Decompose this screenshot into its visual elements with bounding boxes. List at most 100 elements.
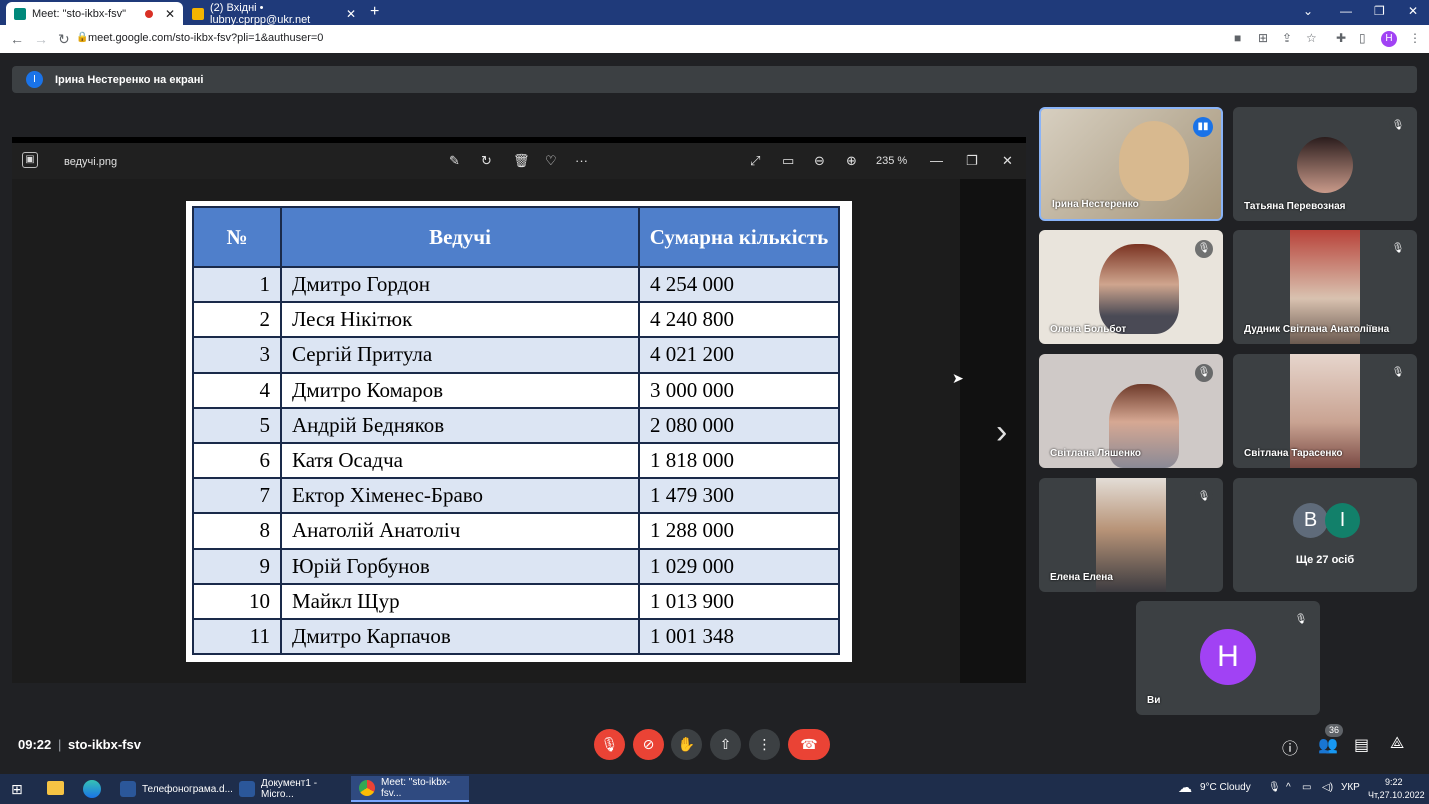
extensions-icon[interactable]: ✚ <box>1336 31 1346 45</box>
profile-avatar[interactable]: H <box>1381 31 1397 47</box>
total-count: 1 013 900 <box>638 582 840 620</box>
end-call-button[interactable]: ☎ <box>788 729 830 760</box>
reload-icon[interactable]: ↻ <box>58 31 70 48</box>
chrome-icon <box>359 780 375 796</box>
table-row: 2 Леся Нікітюк 4 240 800 <box>192 301 840 339</box>
table-row: 4 Дмитро Комаров 3 000 000 <box>192 371 840 409</box>
people-icon[interactable]: 👥 <box>1318 735 1338 755</box>
participant-avatar <box>1297 137 1353 193</box>
camera-toggle-button[interactable]: ⊘ <box>633 729 664 760</box>
self-tile[interactable]: Н 🎙 Ви <box>1136 601 1320 715</box>
clock-time[interactable]: 9:22 <box>1385 777 1403 787</box>
participant-tile[interactable]: 🎙 Олена Больбот <box>1039 230 1223 344</box>
volume-icon[interactable]: ◁) <box>1322 782 1333 793</box>
row-number: 11 <box>192 617 282 656</box>
participant-tile[interactable]: 🎙 Дудник Світлана Анатоліївна <box>1233 230 1417 344</box>
network-icon[interactable]: ▭ <box>1302 782 1311 793</box>
word-icon <box>239 781 255 797</box>
fit-icon: ▭ <box>782 153 795 168</box>
forward-icon[interactable]: → <box>34 31 48 47</box>
total-count: 1 029 000 <box>638 547 840 585</box>
participant-tile[interactable]: 🎙 Світлана Ляшенко <box>1039 354 1223 468</box>
mic-off-icon: 🎙 <box>1389 240 1407 258</box>
presenter-avatar: І <box>26 71 43 88</box>
total-count: 4 240 800 <box>638 301 840 339</box>
taskbar-item[interactable]: Телефонограма.d... <box>112 776 233 802</box>
total-count: 4 254 000 <box>638 265 840 304</box>
minimize-icon[interactable]: — <box>1340 4 1352 18</box>
edit-icon: ✎ <box>449 153 460 168</box>
mic-off-icon: 🎙 <box>1195 240 1213 258</box>
weather-text[interactable]: 9°C Cloudy <box>1200 782 1251 793</box>
camera-icon[interactable]: ■ <box>1234 31 1241 45</box>
header-number: № <box>192 206 282 268</box>
clock-date[interactable]: Чт,27.10.2022 <box>1368 790 1425 800</box>
activities-icon[interactable]: ⟁ <box>1390 735 1404 753</box>
windows-start-icon[interactable]: ⊞ <box>11 781 23 798</box>
more-participants-label: Ще 27 осіб <box>1295 554 1355 566</box>
tab-meet[interactable]: Meet: "sto-ikbx-fsv" ✕ <box>6 2 183 25</box>
lock-icon[interactable]: 🔒 <box>76 32 88 43</box>
bookmark-star-icon[interactable]: ☆ <box>1306 31 1317 45</box>
new-tab-icon[interactable]: + <box>370 3 379 21</box>
host-name: Майкл Щур <box>280 582 640 620</box>
tab-mail[interactable]: (2) Вхідні • lubny.cprpp@ukr.net ✕ <box>184 1 364 26</box>
participant-tile-overflow[interactable]: В І Ще 27 осіб <box>1233 478 1417 592</box>
restore-icon[interactable]: ❐ <box>1374 4 1385 18</box>
present-button[interactable]: ⇧ <box>710 729 741 760</box>
menu-icon[interactable]: ⋮ <box>1409 31 1421 45</box>
side-panel-icon[interactable]: ▯ <box>1359 31 1366 45</box>
shared-screen: ▣ ведучі.png ✎ ↻ 🗑 ♡ ··· ⤢ ▭ ⊖ ⊕ 235 % —… <box>12 137 1026 683</box>
close-tab-icon[interactable]: ✕ <box>165 7 175 21</box>
participant-tile[interactable]: 🎙 Татьяна Перевозная <box>1233 107 1417 221</box>
tab-title: (2) Вхідні • lubny.cprpp@ukr.net <box>210 1 311 26</box>
file-explorer-icon[interactable] <box>47 781 64 795</box>
back-icon[interactable]: ← <box>10 31 24 47</box>
total-count: 4 021 200 <box>638 336 840 374</box>
close-tab-icon[interactable]: ✕ <box>346 7 356 21</box>
separator: | <box>58 737 62 752</box>
language-indicator[interactable]: УКР <box>1341 782 1360 793</box>
meeting-time: 09:22 <box>18 737 52 752</box>
url-field[interactable]: meet.google.com/sto-ikbx-fsv?pli=1&authu… <box>88 32 323 44</box>
close-window-icon[interactable]: ✕ <box>1408 4 1418 18</box>
chat-icon[interactable]: ▤ <box>1354 735 1369 755</box>
taskbar-item[interactable]: Документ1 - Micro... <box>231 776 347 802</box>
participant-name: Дудник Світлана Анатоліївна <box>1244 324 1390 335</box>
presenter-banner: І Ірина Нестеренко на екрані <box>12 66 1417 93</box>
meeting-details-icon[interactable]: ⓘ <box>1282 735 1298 759</box>
table-row: 11 Дмитро Карпачов 1 001 348 <box>192 617 840 656</box>
taskbar-item[interactable]: Meet: "sto-ikbx-fsv... <box>351 776 469 802</box>
table-row: 1 Дмитро Гордон 4 254 000 <box>192 265 840 304</box>
participant-tile[interactable]: 🎙 Світлана Тарасенко <box>1233 354 1417 468</box>
host-name: Юрій Горбунов <box>280 547 640 585</box>
participant-tile[interactable]: 🎙 Елена Елена <box>1039 478 1223 592</box>
mic-toggle-button[interactable]: 🎙 <box>594 729 625 760</box>
tray-chevron-icon[interactable]: ^ <box>1286 782 1291 793</box>
share-icon[interactable]: ⇪ <box>1282 31 1292 45</box>
address-bar: ← → ↻ 🔒 meet.google.com/sto-ikbx-fsv?pli… <box>0 25 1429 53</box>
participant-tile[interactable]: ▮▮ Ірина Нестеренко <box>1039 107 1223 221</box>
table-row: 3 Сергій Притула 4 021 200 <box>192 336 840 374</box>
mic-off-icon: 🎙 <box>1292 611 1310 629</box>
viewer-close-icon: ✕ <box>1002 153 1013 168</box>
edge-icon[interactable] <box>83 780 101 798</box>
table-row: 6 Катя Осадча 1 818 000 <box>192 441 840 480</box>
zoom-level: 235 % <box>876 155 908 167</box>
host-name: Анатолій Анатоліч <box>280 512 640 550</box>
tab-search-icon[interactable]: ⌄ <box>1303 4 1313 18</box>
delete-icon: 🗑 <box>513 153 530 168</box>
total-count: 3 000 000 <box>638 371 840 409</box>
raise-hand-button[interactable]: ✋ <box>671 729 702 760</box>
hosts-table: № Ведучі Сумарна кількість 1 Дмитро Гордо… <box>192 206 840 656</box>
windows-taskbar: ⊞ Телефонограма.d... Документ1 - Micro..… <box>0 774 1429 804</box>
mic-tray-icon[interactable]: 🎙 <box>1268 782 1281 793</box>
more-options-button[interactable]: ⋮ <box>749 729 780 760</box>
translate-icon[interactable]: ⊞ <box>1258 31 1268 45</box>
mic-off-icon: 🎙 <box>1389 117 1407 135</box>
viewer-side-panel <box>960 179 1026 683</box>
table-row: 9 Юрій Горбунов 1 029 000 <box>192 547 840 585</box>
taskbar-item-label: Meet: "sto-ikbx-fsv... <box>381 777 451 799</box>
taskbar-item-label: Телефонограма.d... <box>142 783 233 795</box>
taskbar-item-label: Документ1 - Micro... <box>261 778 318 800</box>
